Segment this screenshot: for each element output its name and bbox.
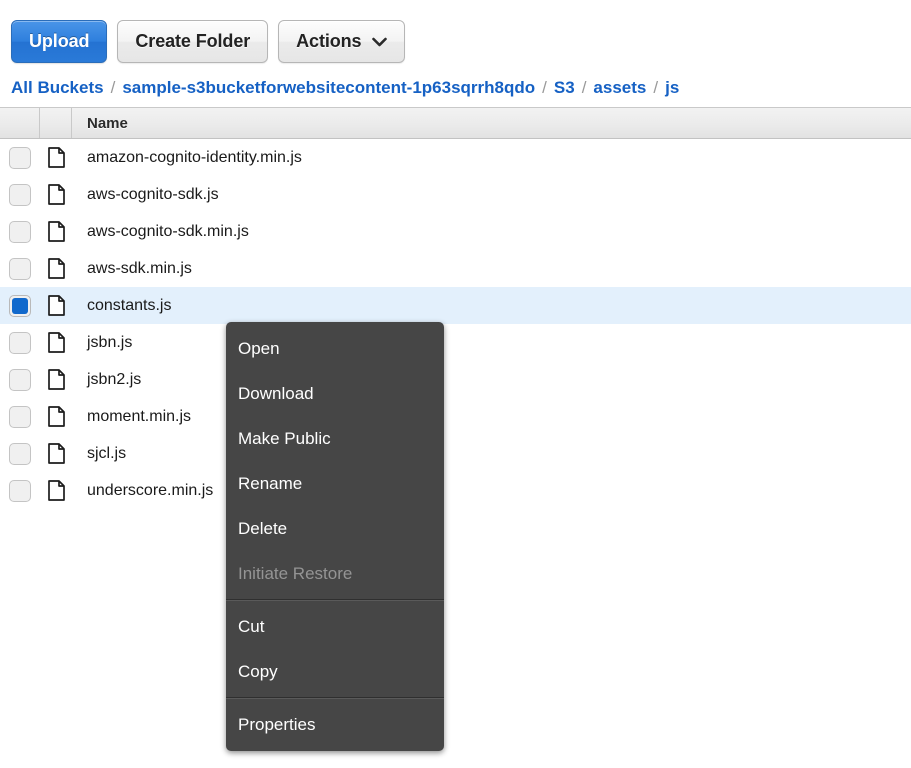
actions-button-label: Actions (296, 31, 362, 51)
table-row[interactable]: aws-cognito-sdk.min.js (0, 213, 911, 250)
actions-button[interactable]: Actions (278, 20, 406, 63)
row-checkbox[interactable] (9, 220, 31, 243)
file-icon (40, 295, 72, 316)
header-cell-checkbox (0, 108, 40, 138)
row-checkbox[interactable] (9, 368, 31, 391)
row-checkbox-cell (0, 405, 40, 428)
file-icon (40, 332, 72, 353)
row-file-name[interactable]: jsbn.js (72, 334, 911, 352)
table-row[interactable]: underscore.min.js (0, 472, 911, 509)
table-header-row: Name (0, 107, 911, 139)
file-icon (40, 184, 72, 205)
row-checkbox[interactable] (9, 146, 31, 169)
context-menu-item[interactable]: Download (226, 371, 444, 416)
upload-button[interactable]: Upload (11, 20, 108, 63)
row-checkbox-cell (0, 146, 40, 169)
context-menu-item[interactable]: Rename (226, 461, 444, 506)
row-checkbox-cell (0, 183, 40, 206)
table-row[interactable]: amazon-cognito-identity.min.js (0, 139, 911, 176)
context-menu-item[interactable]: Properties (226, 702, 444, 747)
table-row[interactable]: aws-cognito-sdk.js (0, 176, 911, 213)
context-menu-item[interactable]: Open (226, 326, 444, 371)
row-file-name[interactable]: constants.js (72, 297, 911, 315)
s3-file-browser: Upload Create Folder Actions All Buckets… (0, 0, 911, 768)
row-file-name[interactable]: jsbn2.js (72, 371, 911, 389)
table-row[interactable]: aws-sdk.min.js (0, 250, 911, 287)
breadcrumb-separator: / (581, 78, 587, 97)
row-checkbox[interactable] (9, 442, 31, 465)
file-icon (40, 258, 72, 279)
chevron-down-icon (372, 37, 388, 47)
row-checkbox[interactable] (9, 479, 31, 502)
file-table: Name amazon-cognito-identity.min.js aws-c… (0, 107, 911, 509)
row-checkbox-cell (0, 294, 40, 317)
breadcrumb-separator: / (653, 78, 659, 97)
row-checkbox-cell (0, 331, 40, 354)
breadcrumb-item-1[interactable]: sample-s3bucketforwebsitecontent-1p63sqr… (122, 78, 535, 98)
file-icon (40, 221, 72, 242)
breadcrumb-separator: / (542, 78, 547, 97)
row-checkbox[interactable] (9, 183, 31, 206)
file-icon (40, 147, 72, 168)
file-icon (40, 369, 72, 390)
context-menu: Open Download Make Public Rename Delete Initi… (226, 322, 444, 751)
table-row[interactable]: constants.js (0, 287, 911, 324)
table-body: amazon-cognito-identity.min.js aws-cognit… (0, 139, 911, 509)
header-cell-name[interactable]: Name (72, 108, 911, 138)
context-menu-item[interactable]: Make Public (226, 416, 444, 461)
context-menu-item[interactable]: Delete (226, 506, 444, 551)
row-checkbox-cell (0, 479, 40, 502)
row-file-name[interactable]: aws-cognito-sdk.min.js (72, 223, 911, 241)
row-file-name[interactable]: sjcl.js (72, 445, 911, 463)
row-checkbox-cell (0, 368, 40, 391)
context-menu-separator (226, 697, 444, 699)
upload-button-label: Upload (29, 31, 90, 51)
breadcrumb-item-3[interactable]: assets (593, 78, 646, 98)
row-file-name[interactable]: amazon-cognito-identity.min.js (72, 149, 911, 167)
context-menu-item: Initiate Restore (238, 563, 353, 583)
table-row[interactable]: moment.min.js (0, 398, 911, 435)
breadcrumb-item-4: js (665, 78, 680, 97)
context-menu-separator (226, 599, 444, 601)
breadcrumb-item-0[interactable]: All Buckets (11, 78, 104, 98)
breadcrumb: All Buckets / sample-s3bucketforwebsitecon… (11, 74, 679, 102)
context-menu-item[interactable]: Cut (226, 604, 444, 649)
create-folder-button[interactable]: Create Folder (117, 20, 269, 63)
table-row[interactable]: sjcl.js (0, 435, 911, 472)
row-file-name[interactable]: aws-cognito-sdk.js (72, 186, 911, 204)
row-checkbox-cell (0, 220, 40, 243)
table-row[interactable]: jsbn.js (0, 324, 911, 361)
row-checkbox[interactable] (9, 294, 31, 317)
context-menu-item[interactable]: Copy (226, 649, 444, 694)
row-file-name[interactable]: underscore.min.js (72, 482, 911, 500)
row-file-name[interactable]: aws-sdk.min.js (72, 260, 911, 278)
row-checkbox[interactable] (9, 331, 31, 354)
file-icon (40, 480, 72, 501)
row-checkbox[interactable] (9, 257, 31, 280)
row-checkbox-cell (0, 257, 40, 280)
row-checkbox[interactable] (9, 405, 31, 428)
file-icon (40, 406, 72, 427)
create-folder-button-label: Create Folder (135, 31, 251, 51)
file-icon (40, 443, 72, 464)
row-checkbox-cell (0, 442, 40, 465)
header-cell-icon (40, 108, 72, 138)
toolbar: Upload Create Folder Actions (0, 0, 911, 72)
breadcrumb-separator: / (110, 78, 116, 97)
row-file-name[interactable]: moment.min.js (72, 408, 911, 426)
table-row[interactable]: jsbn2.js (0, 361, 911, 398)
breadcrumb-item-2[interactable]: S3 (554, 78, 575, 98)
